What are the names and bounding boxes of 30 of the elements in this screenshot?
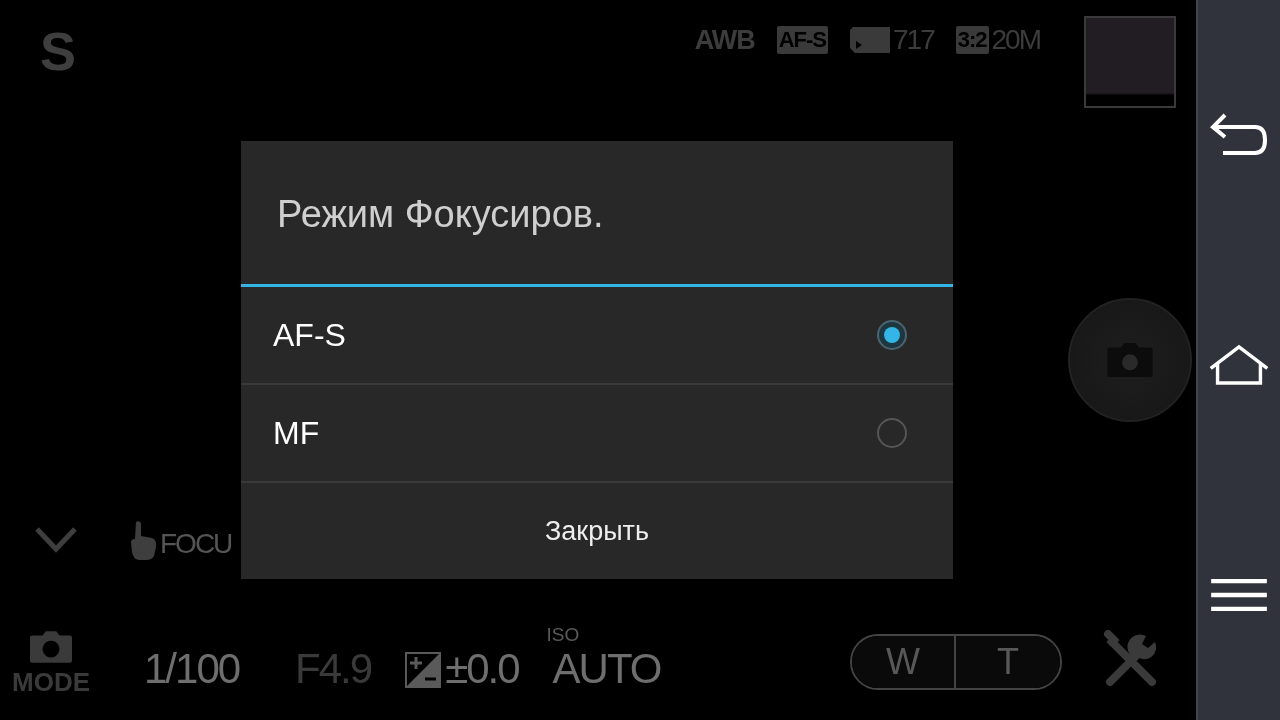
- status-badge: 3:2: [955, 26, 989, 54]
- camera-icon: [1107, 343, 1153, 377]
- zoom-button[interactable]: W: [852, 636, 956, 688]
- chevron-down-icon[interactable]: [34, 525, 78, 555]
- shots-remaining: 717: [893, 24, 934, 56]
- close-button[interactable]: Закрыть: [241, 483, 953, 579]
- status-text: AWB: [694, 24, 755, 56]
- touch-icon: [128, 520, 158, 560]
- camera-icon: [30, 631, 72, 663]
- status-text: 20M: [991, 24, 1040, 56]
- radio-button[interactable]: [877, 418, 907, 448]
- zoom-button[interactable]: T: [956, 636, 1060, 688]
- touch-focus-label[interactable]: FOCU: [160, 528, 232, 560]
- shooting-mode-indicator: S: [40, 24, 77, 78]
- exposure-value[interactable]: ±0.0: [445, 648, 519, 690]
- status-badge: AF-S: [776, 26, 828, 54]
- radio-button[interactable]: [877, 320, 907, 350]
- option-row[interactable]: MF: [241, 385, 953, 483]
- option-row[interactable]: AF-S: [241, 287, 953, 385]
- option-label: AF-S: [273, 316, 346, 354]
- back-icon[interactable]: [1209, 113, 1269, 157]
- memory-card-icon: [850, 27, 890, 53]
- option-label: MF: [273, 414, 320, 452]
- photo-placeholder[interactable]: [1084, 16, 1176, 108]
- iso-value[interactable]: AUTO: [552, 648, 661, 690]
- dialog-title: Режим Фокусиров.: [276, 192, 605, 237]
- iso-label: ISO: [546, 624, 581, 646]
- exposure-compensation-icon: [405, 652, 442, 688]
- home-icon[interactable]: [1209, 343, 1269, 387]
- shutter-speed[interactable]: 1/100: [144, 648, 240, 690]
